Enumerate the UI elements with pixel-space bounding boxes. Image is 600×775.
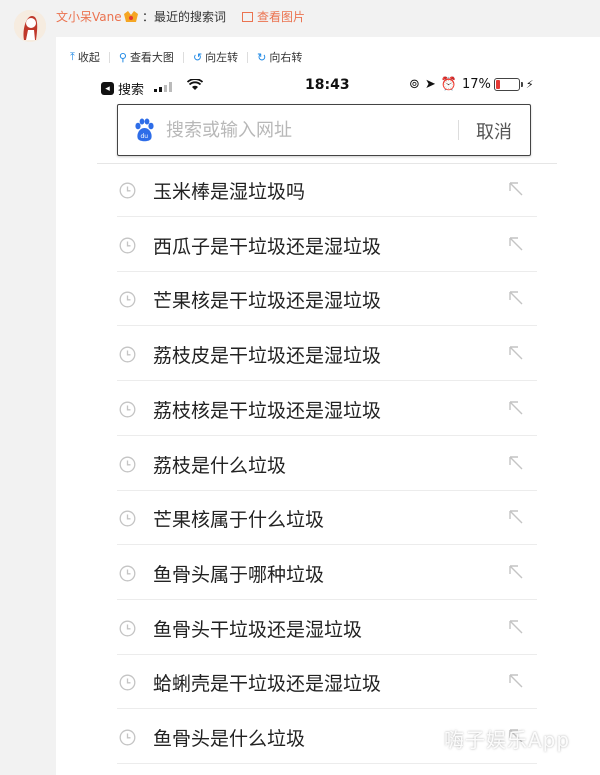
clock-icon [119,510,136,531]
post-text: ：最近的搜索词 [142,10,227,24]
battery-fill [495,80,500,89]
image-toolbar: ⤒ 收起 ⚲ 查看大图 ↺ 向左转 ↻ 向右转 [70,49,302,65]
wifi-icon [186,78,204,95]
history-item-text: 荔枝是什么垃圾 [153,455,287,477]
clock-icon [119,456,136,477]
divider [117,325,537,326]
rotate-right-icon: ↻ [257,50,267,64]
divider [117,435,537,436]
magnifier-icon: ⚲ [118,50,127,64]
view-large-button[interactable]: ⚲ 查看大图 [119,49,174,65]
fill-query-arrow-icon[interactable] [507,344,525,366]
clock-icon [119,401,136,422]
history-item-text: 蛤蜊壳是干垃圾还是湿垃圾 [153,673,382,695]
back-app-label: 搜索 [118,83,145,98]
rotate-right-button[interactable]: ↻ 向右转 [257,49,302,65]
clock-icon [119,291,136,312]
history-item-text: 荔枝核是干垃圾还是湿垃圾 [153,400,382,422]
divider [117,216,537,217]
divider [117,708,537,709]
vip-badge-icon [123,8,139,22]
battery-percent: 17% [462,77,491,92]
fill-query-arrow-icon[interactable] [507,563,525,585]
view-picture-label: 查看图片 [257,10,306,24]
clock-icon [119,674,136,695]
rotate-right-label: 向右转 [269,51,303,64]
divider [117,380,537,381]
divider [182,51,184,63]
fill-query-arrow-icon[interactable] [507,399,525,421]
clock-icon [119,237,136,258]
view-picture-link[interactable]: 查看图片 [242,8,305,25]
history-item[interactable]: 蛤蜊壳是干垃圾还是湿垃圾 [97,655,557,709]
divider [117,763,537,764]
history-item[interactable]: 西瓜子是干垃圾还是湿垃圾 [97,218,557,272]
history-item-text: 荔枝皮是干垃圾还是湿垃圾 [153,345,382,367]
fill-query-arrow-icon[interactable] [507,180,525,202]
fill-query-arrow-icon[interactable] [507,454,525,476]
history-item[interactable]: 荔枝核是干垃圾还是湿垃圾 [97,382,557,436]
clock-time: 18:43 [305,77,350,93]
divider [458,120,459,140]
back-arrow-icon: ◂ [101,82,114,95]
fill-query-arrow-icon[interactable] [507,235,525,257]
divider [117,599,537,600]
fill-query-arrow-icon[interactable] [507,618,525,640]
baidu-paw-icon: du [133,118,155,146]
history-item[interactable]: 荔枝皮是干垃圾还是湿垃圾 [97,327,557,381]
avatar[interactable] [14,10,46,42]
divider [247,51,249,63]
rotate-left-label: 向左转 [205,51,239,64]
clock-icon [119,729,136,750]
fill-query-arrow-icon[interactable] [507,672,525,694]
status-right: ⊚ ➤ ⏰ 17% ⚡ [409,77,534,92]
clock-icon [119,565,136,586]
phone-screenshot: ◂ 搜索 18:43 ⊚ ➤ ⏰ 17% ⚡ du 搜索或输入网址 取消 玉米棒… [97,71,557,775]
status-bar: ◂ 搜索 18:43 ⊚ ➤ ⏰ 17% ⚡ [97,71,557,101]
screen-lock-icon: ⊚ [409,77,420,92]
watermark: 嗨子娱乐App [444,728,571,752]
history-item-text: 鱼骨头干垃圾还是湿垃圾 [153,619,363,641]
clock-icon [119,182,136,203]
search-box: du 取消 [117,104,531,156]
picture-icon [242,12,253,22]
cancel-button[interactable]: 取消 [476,118,512,144]
search-input[interactable] [164,115,448,145]
collapse-button[interactable]: ⤒ 收起 [70,49,100,65]
history-item[interactable]: 芒果核是干垃圾还是湿垃圾 [97,272,557,326]
rotate-left-icon: ↺ [192,50,203,64]
alarm-icon: ⏰ [440,77,457,92]
rotate-left-button[interactable]: ↺ 向左转 [193,49,238,65]
collapse-icon: ⤒ [70,50,75,63]
history-item[interactable]: 荔枝是什么垃圾 [97,437,557,491]
history-item-text: 芒果核属于什么垃圾 [153,509,325,531]
history-item[interactable]: 芒果核属于什么垃圾 [97,491,557,545]
history-item-text: 鱼骨头属于哪种垃圾 [153,564,325,586]
view-large-label: 查看大图 [129,51,174,64]
charging-icon: ⚡ [525,78,534,91]
history-item-text: 玉米棒是湿垃圾吗 [153,181,306,203]
clock-icon [119,346,136,367]
fill-query-arrow-icon[interactable] [507,289,525,311]
divider [117,544,537,545]
fill-query-arrow-icon[interactable] [507,508,525,530]
history-item[interactable]: 鱼骨头干垃圾还是湿垃圾 [97,601,557,655]
battery-icon [493,78,523,91]
history-item-text: 西瓜子是干垃圾还是湿垃圾 [153,236,382,258]
location-icon: ➤ [424,77,436,92]
clock-icon [119,620,136,641]
history-item[interactable]: 鱼骨头属于哪种垃圾 [97,546,557,600]
back-to-app[interactable]: ◂ 搜索 [101,79,144,98]
divider [108,51,110,63]
history-item-text: 鱼骨头是什么垃圾 [153,728,306,750]
history-item[interactable]: 玉米棒是湿垃圾吗 [97,163,557,217]
collapse-label: 收起 [77,51,100,64]
author-name[interactable]: 文小呆Vane [56,8,122,25]
history-item-text: 芒果核是干垃圾还是湿垃圾 [153,290,382,312]
svg-text:du: du [141,133,149,140]
signal-icon [154,81,172,96]
